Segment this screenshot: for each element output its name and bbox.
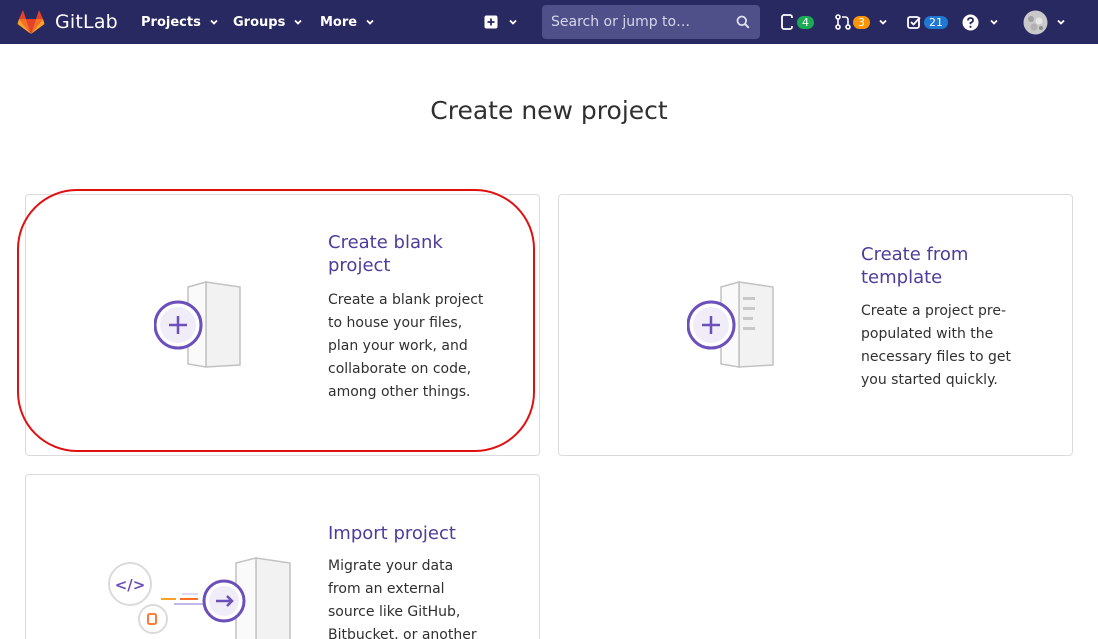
gitlab-home-link[interactable]: GitLab: [17, 9, 118, 35]
chevron-down-icon: [990, 19, 998, 25]
chevron-down-icon: [294, 19, 302, 25]
svg-text:</>: </>: [115, 576, 146, 594]
gitlab-logo-icon: [17, 10, 45, 34]
create-from-template-description: Create a project pre-populated with the …: [861, 303, 1012, 388]
top-navbar: GitLab Projects Groups More 4: [0, 0, 1098, 44]
template-project-illustration-icon: [687, 281, 774, 368]
todos-count-badge: 21: [924, 15, 948, 29]
create-blank-project-card[interactable]: Create blank project Create a blank proj…: [25, 194, 540, 456]
chevron-down-icon: [366, 19, 374, 25]
chevron-down-icon: [210, 19, 218, 25]
user-avatar: [1023, 10, 1048, 34]
issues-icon: [781, 14, 794, 30]
more-menu[interactable]: More: [320, 0, 375, 44]
merge-requests-button[interactable]: 3: [835, 0, 888, 44]
create-blank-project-description: Create a blank project to house your fil…: [328, 292, 484, 400]
chevron-down-icon: [879, 19, 887, 25]
help-dropdown[interactable]: [962, 0, 999, 44]
chevron-down-icon: [1057, 19, 1065, 25]
create-blank-project-title[interactable]: Create blank project: [328, 231, 478, 277]
more-menu-label: More: [320, 14, 358, 30]
merge-requests-count-badge: 3: [853, 15, 870, 29]
chevron-down-icon: [509, 19, 517, 25]
create-from-template-card[interactable]: Create from template Create a project pr…: [558, 194, 1073, 456]
todos-button[interactable]: 21: [907, 0, 948, 44]
todo-check-icon: [907, 15, 921, 29]
user-menu[interactable]: [1023, 0, 1066, 44]
projects-menu-label: Projects: [141, 14, 201, 30]
groups-menu[interactable]: Groups: [233, 0, 303, 44]
create-from-template-title[interactable]: Create from template: [861, 243, 1011, 289]
issues-count-badge: 4: [797, 15, 814, 29]
new-item-dropdown[interactable]: [484, 0, 518, 44]
projects-menu[interactable]: Projects: [141, 0, 219, 44]
import-project-card[interactable]: </> Import project Migrate your data fro…: [25, 474, 540, 639]
page-title: Create new project: [430, 96, 668, 125]
search-icon: [736, 15, 750, 29]
issues-button[interactable]: 4: [781, 0, 814, 44]
brand-name: GitLab: [55, 11, 118, 33]
help-question-icon: [962, 14, 979, 30]
groups-menu-label: Groups: [233, 14, 286, 30]
import-project-description: Migrate your data from an external sourc…: [328, 558, 477, 639]
import-project-title[interactable]: Import project: [328, 522, 508, 545]
merge-request-icon: [835, 14, 851, 30]
search-box[interactable]: [542, 5, 760, 39]
blank-project-illustration-icon: [154, 281, 241, 368]
import-project-illustration-icon: </>: [108, 557, 291, 639]
plus-square-icon: [484, 15, 498, 29]
search-input[interactable]: [551, 14, 731, 30]
